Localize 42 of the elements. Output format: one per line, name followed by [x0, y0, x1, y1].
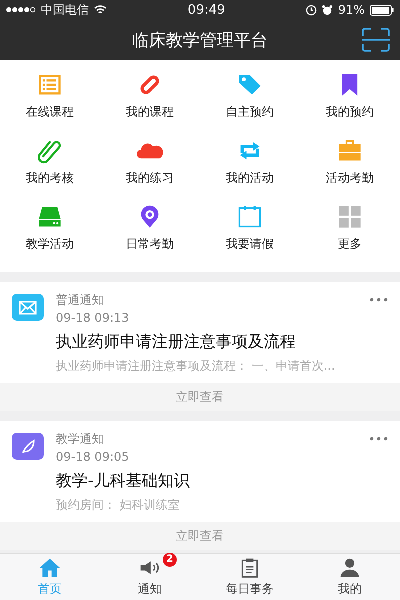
- shortcut-button[interactable]: 教学活动: [0, 198, 100, 264]
- tab-item[interactable]: 我的: [300, 554, 400, 600]
- wifi-icon: [94, 5, 107, 15]
- scan-icon[interactable]: [362, 28, 390, 52]
- more-icon[interactable]: [370, 437, 388, 441]
- battery-percent: 91%: [338, 3, 365, 17]
- page-title: 临床教学管理平台: [132, 30, 268, 52]
- shortcut-button[interactable]: 我的练习: [100, 132, 200, 198]
- home-icon: [39, 556, 61, 578]
- notice-type: 教学通知: [56, 431, 105, 448]
- shortcut-button[interactable]: 我要请假: [200, 198, 300, 264]
- notice-summary: 执业药师申请注册注意事项及流程： 一、申请首次...: [56, 358, 336, 375]
- shortcut-button[interactable]: 在线课程: [0, 66, 100, 132]
- paperclip-icon: [37, 138, 63, 164]
- grid-icon: [337, 204, 363, 230]
- notice-type: 普通通知: [56, 292, 105, 309]
- shortcut-button[interactable]: 自主预约: [200, 66, 300, 132]
- tab-item[interactable]: 2 通知: [100, 554, 200, 600]
- shortcut-button[interactable]: 我的考核: [0, 132, 100, 198]
- notice-title: 教学-儿科基础知识: [56, 471, 191, 492]
- shortcut-button[interactable]: 我的课程: [100, 66, 200, 132]
- clipboard-icon: [239, 556, 261, 578]
- shortcut-button[interactable]: 我的预约: [300, 66, 400, 132]
- person-icon: [339, 556, 361, 578]
- notice-summary: 预约房间： 妇科训练室: [56, 497, 181, 514]
- carrier-name: 中国电信: [41, 2, 89, 18]
- shortcut-button[interactable]: 我的活动: [200, 132, 300, 198]
- shortcut-button[interactable]: 更多: [300, 198, 400, 264]
- shortcut-button[interactable]: 日常考勤: [100, 198, 200, 264]
- briefcase-icon: [337, 138, 363, 164]
- calendar-icon: [237, 204, 263, 230]
- unread-count: 2: [163, 552, 177, 566]
- clock-time: 09:49: [188, 2, 226, 18]
- notice-time: 09-18 09:05: [56, 450, 130, 464]
- rotation-lock-icon: [306, 4, 318, 16]
- notice-title: 执业药师申请注册注意事项及流程: [56, 332, 297, 353]
- signal-icon: [6, 7, 36, 13]
- tab-item[interactable]: 每日事务: [200, 554, 300, 600]
- notice-time: 09-18 09:13: [56, 311, 130, 325]
- more-icon[interactable]: [370, 298, 388, 302]
- battery-icon: [370, 4, 394, 16]
- shortcut-button[interactable]: 活动考勤: [300, 132, 400, 198]
